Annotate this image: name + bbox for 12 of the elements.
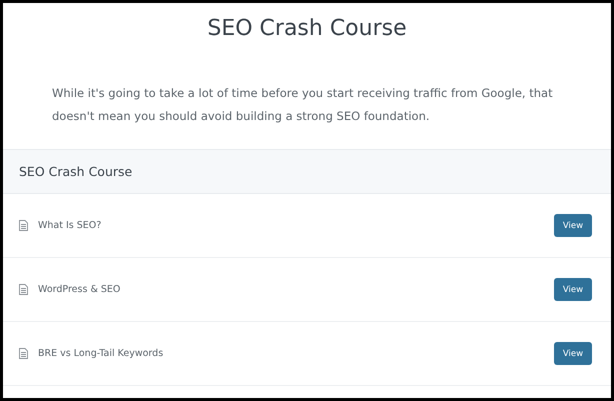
view-button[interactable]: View (554, 278, 592, 301)
document-icon (19, 348, 28, 359)
document-icon (19, 220, 28, 231)
lesson-title: What Is SEO? (38, 220, 102, 231)
view-button[interactable]: View (554, 342, 592, 365)
intro-paragraph: While it's going to take a lot of time before you start receiving traffic from Google, that doesn't mean you should avoid building a strong SEO foundation. (52, 85, 554, 125)
lesson-title: WordPress & SEO (38, 284, 122, 295)
view-button[interactable]: View (554, 214, 592, 237)
document-icon (19, 284, 28, 295)
page-title: SEO Crash Course (206, 15, 408, 43)
section-title: SEO Crash Course (19, 164, 132, 179)
lesson-title: BRE vs Long-Tail Keywords (38, 348, 164, 359)
